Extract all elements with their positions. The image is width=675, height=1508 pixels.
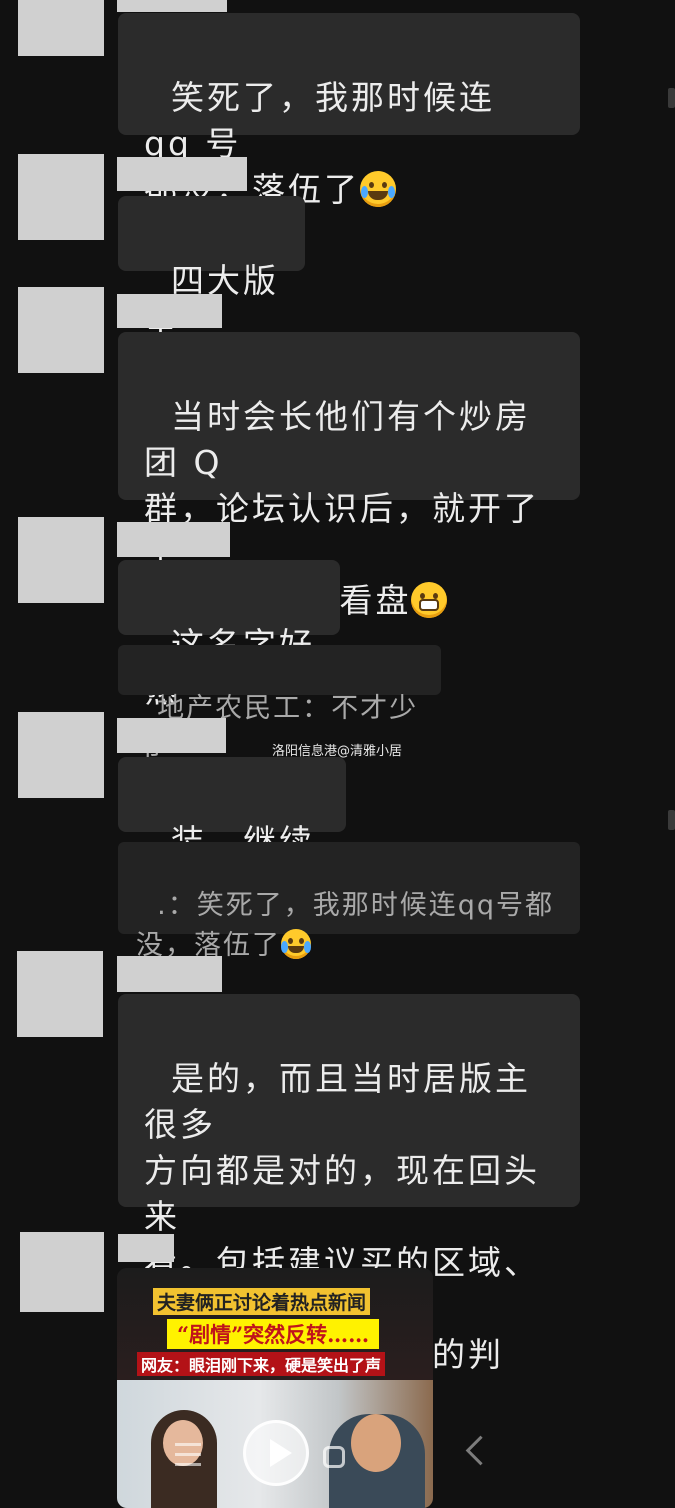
quote-text: .：笑死了，我那时候连qq号都 没，落伍了: [136, 890, 555, 961]
avatar[interactable]: [18, 517, 104, 603]
scrollbar-marker: [668, 810, 675, 830]
sender-name-redacted: [117, 718, 226, 753]
grin-emoji-icon: [411, 582, 448, 618]
avatar[interactable]: [20, 1232, 104, 1312]
message-bubble[interactable]: 当时会长他们有个炒房团 Q 群，论坛认识后，就开了个 GL8 拉我去看盘: [118, 332, 580, 620]
avatar[interactable]: [18, 0, 104, 56]
play-icon[interactable]: [243, 1420, 309, 1486]
message-bubble[interactable]: 四大版主: [118, 196, 305, 346]
video-caption-line3: 网友：眼泪刚下来，硬是笑出了声: [137, 1352, 386, 1376]
cry-laugh-emoji-icon: [281, 929, 311, 959]
avatar[interactable]: [18, 712, 104, 798]
menu-icon[interactable]: [175, 1443, 201, 1471]
avatar[interactable]: [18, 154, 104, 240]
sender-name-redacted: [118, 1234, 174, 1262]
video-caption-line2: “剧情”突然反转……: [167, 1319, 380, 1349]
sender-name-redacted: [117, 956, 222, 992]
scrollbar-marker: [668, 88, 675, 108]
video-message-card[interactable]: 夫妻俩正讨论着热点新闻 “剧情”突然反转…… 网友：眼泪刚下来，硬是笑出了声: [117, 1268, 433, 1508]
message-bubble[interactable]: 装，继续: [118, 757, 346, 905]
avatar[interactable]: [18, 287, 104, 373]
quoted-reply[interactable]: 地产农民工：不才少爷: [118, 645, 441, 764]
sender-name-redacted: [117, 0, 227, 12]
sender-name-redacted: [117, 522, 230, 557]
home-icon[interactable]: [323, 1446, 345, 1468]
video-thumbnail-header: 夫妻俩正讨论着热点新闻 “剧情”突然反转…… 网友：眼泪刚下来，硬是笑出了声: [117, 1268, 433, 1380]
message-bubble[interactable]: 笑死了，我那时候连 qq 号 都没，落伍了: [118, 13, 580, 209]
sender-name-redacted: [117, 157, 247, 191]
message-bubble[interactable]: 是的，而且当时居版主很多 方向都是对的，现在回头来 看。包括建议买的区域、对 洛…: [118, 994, 580, 1420]
back-icon[interactable]: [465, 1435, 496, 1466]
message-bubble[interactable]: 这名字好熟: [118, 560, 340, 710]
cry-laugh-emoji-icon: [360, 171, 396, 207]
sender-name-redacted: [117, 294, 222, 328]
video-caption-line1: 夫妻俩正讨论着热点新闻: [153, 1288, 371, 1315]
quoted-reply[interactable]: .：笑死了，我那时候连qq号都 没，落伍了: [118, 842, 580, 961]
avatar[interactable]: [17, 951, 103, 1037]
